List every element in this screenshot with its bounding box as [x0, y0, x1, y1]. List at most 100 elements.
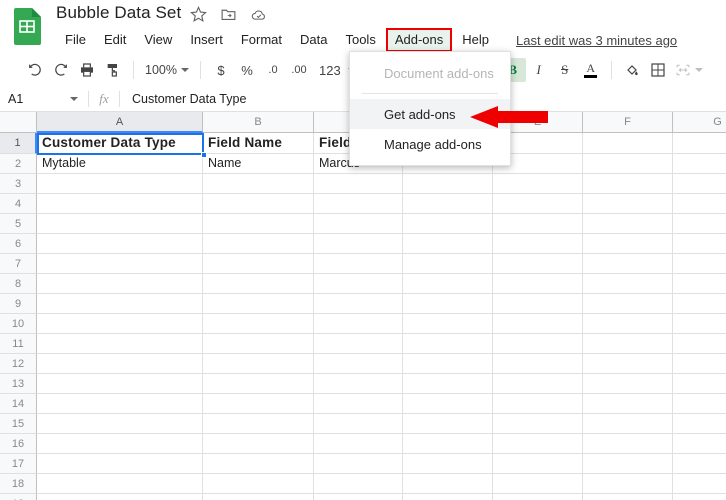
- cell-E17[interactable]: [493, 454, 583, 474]
- cell-D10[interactable]: [403, 314, 493, 334]
- row-header-17[interactable]: 17: [0, 454, 37, 474]
- cell-B18[interactable]: [203, 474, 314, 494]
- cell-B11[interactable]: [203, 334, 314, 354]
- cell-C17[interactable]: [314, 454, 403, 474]
- cell-E14[interactable]: [493, 394, 583, 414]
- cell-E18[interactable]: [493, 474, 583, 494]
- cell-G4[interactable]: [673, 194, 726, 214]
- cell-G2[interactable]: [673, 154, 726, 174]
- cell-D14[interactable]: [403, 394, 493, 414]
- row-header-2[interactable]: 2: [0, 154, 37, 174]
- cell-B12[interactable]: [203, 354, 314, 374]
- cell-A8[interactable]: [37, 274, 203, 294]
- print-icon[interactable]: [74, 58, 100, 82]
- menu-item-file[interactable]: File: [56, 29, 95, 51]
- chevron-down-icon[interactable]: [70, 96, 78, 101]
- cell-E12[interactable]: [493, 354, 583, 374]
- row-header-3[interactable]: 3: [0, 174, 37, 194]
- cell-A15[interactable]: [37, 414, 203, 434]
- column-header-g[interactable]: G: [673, 112, 726, 133]
- cell-D5[interactable]: [403, 214, 493, 234]
- move-to-folder-icon[interactable]: [220, 6, 237, 23]
- cell-G9[interactable]: [673, 294, 726, 314]
- cell-B5[interactable]: [203, 214, 314, 234]
- cell-F4[interactable]: [583, 194, 673, 214]
- cell-E19[interactable]: [493, 494, 583, 500]
- menu-item-data[interactable]: Data: [291, 29, 336, 51]
- row-header-1[interactable]: 1: [0, 133, 37, 154]
- menu-item-edit[interactable]: Edit: [95, 29, 135, 51]
- row-header-6[interactable]: 6: [0, 234, 37, 254]
- cell-A2[interactable]: Mytable: [37, 154, 203, 174]
- row-header-15[interactable]: 15: [0, 414, 37, 434]
- cell-C8[interactable]: [314, 274, 403, 294]
- cell-F5[interactable]: [583, 214, 673, 234]
- cell-B6[interactable]: [203, 234, 314, 254]
- undo-icon[interactable]: [22, 58, 48, 82]
- cell-F18[interactable]: [583, 474, 673, 494]
- percent-format-button[interactable]: %: [234, 58, 260, 82]
- row-header-19[interactable]: 19: [0, 494, 37, 500]
- row-header-8[interactable]: 8: [0, 274, 37, 294]
- cell-G14[interactable]: [673, 394, 726, 414]
- cell-C11[interactable]: [314, 334, 403, 354]
- cell-F17[interactable]: [583, 454, 673, 474]
- cell-F7[interactable]: [583, 254, 673, 274]
- cell-D19[interactable]: [403, 494, 493, 500]
- row-header-5[interactable]: 5: [0, 214, 37, 234]
- cell-E15[interactable]: [493, 414, 583, 434]
- cell-G8[interactable]: [673, 274, 726, 294]
- cell-F13[interactable]: [583, 374, 673, 394]
- column-header-a[interactable]: A: [37, 112, 203, 133]
- cell-B2[interactable]: Name: [203, 154, 314, 174]
- name-box[interactable]: A1: [0, 86, 88, 112]
- cell-D17[interactable]: [403, 454, 493, 474]
- cell-A4[interactable]: [37, 194, 203, 214]
- cell-A6[interactable]: [37, 234, 203, 254]
- cell-A12[interactable]: [37, 354, 203, 374]
- cell-E9[interactable]: [493, 294, 583, 314]
- row-header-4[interactable]: 4: [0, 194, 37, 214]
- cell-F9[interactable]: [583, 294, 673, 314]
- cell-G7[interactable]: [673, 254, 726, 274]
- cell-B4[interactable]: [203, 194, 314, 214]
- cell-D13[interactable]: [403, 374, 493, 394]
- fill-handle[interactable]: [201, 152, 207, 158]
- cell-C14[interactable]: [314, 394, 403, 414]
- cell-C6[interactable]: [314, 234, 403, 254]
- cell-G16[interactable]: [673, 434, 726, 454]
- fill-color-icon[interactable]: [619, 58, 645, 82]
- menu-item-view[interactable]: View: [135, 29, 181, 51]
- cell-F14[interactable]: [583, 394, 673, 414]
- cell-D15[interactable]: [403, 414, 493, 434]
- cell-F8[interactable]: [583, 274, 673, 294]
- cell-A7[interactable]: [37, 254, 203, 274]
- cloud-saved-icon[interactable]: [250, 6, 268, 23]
- cell-F11[interactable]: [583, 334, 673, 354]
- decrease-decimal-button[interactable]: .0: [260, 58, 286, 82]
- increase-decimal-button[interactable]: .00: [286, 58, 312, 82]
- strikethrough-button[interactable]: S: [552, 58, 578, 82]
- cell-A9[interactable]: [37, 294, 203, 314]
- menu-item-addons[interactable]: Add-ons: [385, 28, 453, 52]
- cell-F6[interactable]: [583, 234, 673, 254]
- cell-B19[interactable]: [203, 494, 314, 500]
- cell-C3[interactable]: [314, 174, 403, 194]
- cell-D4[interactable]: [403, 194, 493, 214]
- cell-A18[interactable]: [37, 474, 203, 494]
- currency-format-button[interactable]: $: [208, 58, 234, 82]
- cell-D12[interactable]: [403, 354, 493, 374]
- cell-C18[interactable]: [314, 474, 403, 494]
- redo-icon[interactable]: [48, 58, 74, 82]
- cell-G5[interactable]: [673, 214, 726, 234]
- cell-A19[interactable]: [37, 494, 203, 500]
- cell-C9[interactable]: [314, 294, 403, 314]
- cell-C12[interactable]: [314, 354, 403, 374]
- cell-B10[interactable]: [203, 314, 314, 334]
- menu-item-tools[interactable]: Tools: [336, 29, 384, 51]
- cell-C15[interactable]: [314, 414, 403, 434]
- menu-item-help[interactable]: Help: [453, 29, 498, 51]
- cell-G17[interactable]: [673, 454, 726, 474]
- merge-cells-button[interactable]: [671, 60, 707, 80]
- row-header-11[interactable]: 11: [0, 334, 37, 354]
